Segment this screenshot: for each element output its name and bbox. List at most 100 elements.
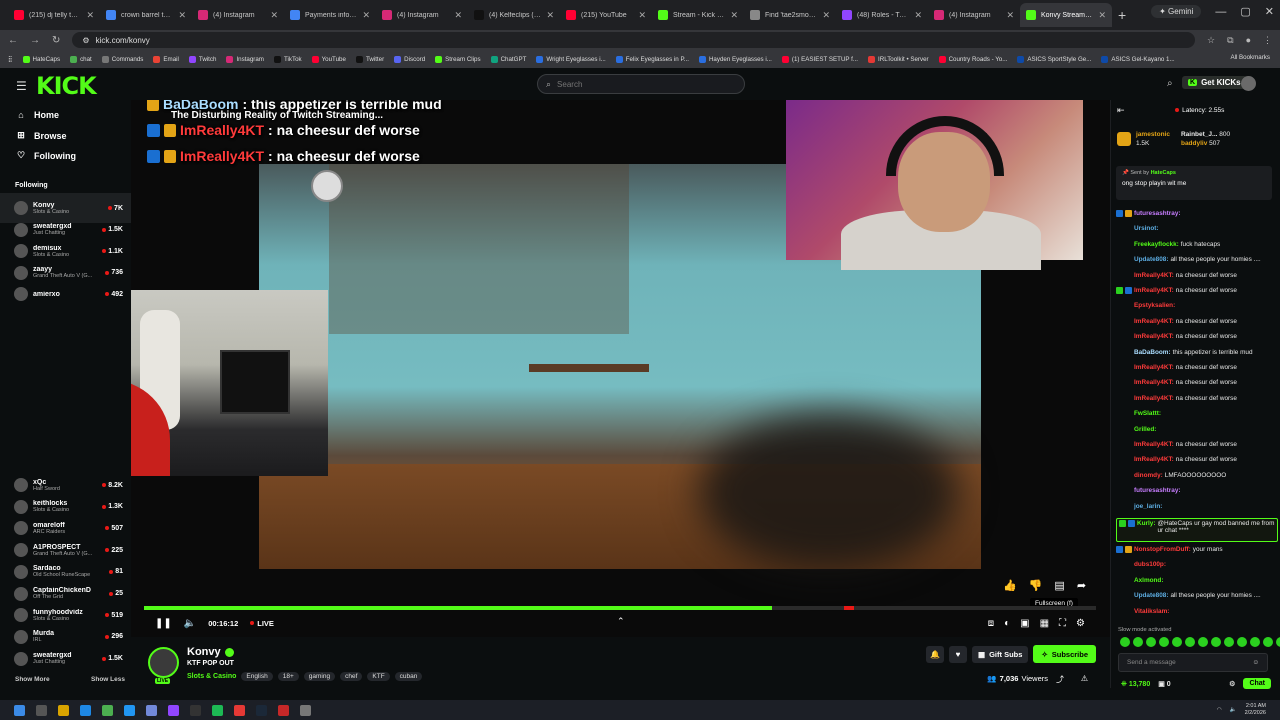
followed-channel[interactable]: amierxo 492: [0, 279, 131, 309]
subscribe-button[interactable]: ✧ Subscribe: [1033, 645, 1096, 663]
emote-icon[interactable]: [1120, 637, 1130, 647]
chat-message[interactable]: ImReally4KT: na cheesur def worse: [1116, 395, 1278, 402]
bookmark-item[interactable]: Felix Eyeglasses in P...: [615, 55, 689, 63]
bookmark-star-icon[interactable]: ☆: [1207, 35, 1215, 46]
sidebar-nav-browse[interactable]: ⊞ Browse: [16, 130, 66, 141]
video-player[interactable]: BaDaBoom : this appetizer is terrible mu…: [131, 100, 1110, 637]
chat-username[interactable]: joe_larin:: [1134, 503, 1162, 510]
get-kicks-button[interactable]: K Get KICKs: [1182, 76, 1247, 89]
chat-username[interactable]: ImReally4KT:: [1134, 379, 1174, 386]
profile-icon[interactable]: ●: [1246, 35, 1251, 46]
chat-message[interactable]: BaDaBoom: this appetizer is terrible mud: [1116, 349, 1278, 356]
bookmark-item[interactable]: IRLToolkit • Server: [868, 55, 929, 63]
menu-icon[interactable]: ⋮: [1263, 35, 1272, 46]
follow-heart-icon[interactable]: ♥: [949, 645, 967, 663]
bookmark-item[interactable]: Email: [153, 55, 179, 63]
settings-icon[interactable]: [300, 704, 311, 716]
hamburger-menu-icon[interactable]: ☰: [16, 79, 27, 93]
theater-icon[interactable]: ◐: [1004, 618, 1010, 629]
volume-icon[interactable]: 🔈: [184, 618, 196, 629]
chat-message[interactable]: ImReally4KT: na cheesur def worse: [1116, 287, 1278, 294]
chat-settings-icon[interactable]: ⚙: [1229, 680, 1235, 688]
chat-username[interactable]: Vitalikslam:: [1134, 608, 1169, 615]
chat-message[interactable]: futuresashtray:: [1116, 487, 1278, 494]
chat-username[interactable]: ImReally4KT:: [1134, 318, 1174, 325]
comment-icon[interactable]: ▤: [1054, 579, 1064, 592]
channel-avatar[interactable]: LIVE: [148, 647, 179, 684]
close-window-icon[interactable]: ✕: [1265, 5, 1274, 18]
bookmark-item[interactable]: ChatGPT: [490, 55, 526, 63]
tab-close-icon[interactable]: ✕: [730, 10, 738, 21]
search-box[interactable]: ⌕: [537, 74, 745, 94]
bookmark-item[interactable]: Stream Clips: [435, 55, 481, 63]
gifter-1[interactable]: jamestonic 1.5K: [1136, 130, 1170, 148]
chat-username[interactable]: Axlmond:: [1134, 577, 1163, 584]
emote-icon[interactable]: [1237, 637, 1247, 647]
chat-input[interactable]: Send a message ☺: [1118, 653, 1268, 672]
emote-icon[interactable]: [1185, 637, 1195, 647]
thumbs-up-icon[interactable]: 👍: [1003, 579, 1017, 592]
bookmark-item[interactable]: ASICS Gel-Kayano 1...: [1101, 55, 1175, 63]
search-icon[interactable]: [36, 704, 47, 716]
emote-icon[interactable]: [1159, 637, 1169, 647]
stream-tag[interactable]: gaming: [303, 672, 336, 681]
tab-close-icon[interactable]: ✕: [1006, 10, 1014, 21]
collapse-chat-icon[interactable]: ⇤: [1117, 105, 1125, 116]
pip-icon[interactable]: ▣: [1020, 618, 1029, 629]
chat-message[interactable]: ImReally4KT: na cheesur def worse: [1116, 379, 1278, 386]
stream-tag[interactable]: English: [241, 672, 273, 681]
stream-tag[interactable]: chef: [340, 672, 363, 681]
header-search-icon[interactable]: ⌕: [1167, 78, 1173, 89]
search-input[interactable]: [557, 79, 728, 89]
emote-icon[interactable]: [1133, 637, 1143, 647]
chat-username[interactable]: ImReally4KT:: [1134, 364, 1174, 371]
chat-message[interactable]: joe_larin:: [1116, 503, 1278, 510]
chat-username[interactable]: BaDaBoom:: [1134, 349, 1171, 356]
volume-tray-icon[interactable]: 🔈: [1230, 707, 1237, 713]
live-indicator[interactable]: LIVE: [250, 619, 274, 628]
chat-message[interactable]: Grilled:: [1116, 426, 1278, 433]
browser-tab[interactable]: Payments info - Paym ✕: [284, 3, 376, 27]
twitch-icon[interactable]: [168, 704, 179, 716]
tab-close-icon[interactable]: ✕: [178, 10, 186, 21]
thumbs-down-icon[interactable]: 👎: [1029, 579, 1043, 592]
tab-close-icon[interactable]: ✕: [638, 10, 646, 21]
chat-message[interactable]: ImReally4KT: na cheesur def worse: [1116, 364, 1278, 371]
browser-tab[interactable]: (4) Kelfeclips (@keif ✕: [468, 3, 560, 27]
bookmark-item[interactable]: chat: [70, 55, 92, 63]
emote-icon[interactable]: [1172, 637, 1182, 647]
chat-message[interactable]: futuresashtray:: [1116, 210, 1278, 217]
gift-subs-button[interactable]: ▦ Gift Subs: [972, 645, 1029, 663]
show-less-button[interactable]: Show Less: [91, 676, 125, 683]
steam-icon[interactable]: [256, 704, 267, 716]
channel-name[interactable]: Konvy: [187, 646, 234, 658]
tab-close-icon[interactable]: ✕: [362, 10, 370, 21]
bookmark-item[interactable]: Twitch: [188, 55, 216, 63]
minimize-icon[interactable]: —: [1215, 6, 1226, 18]
chat-send-button[interactable]: Chat: [1243, 678, 1271, 689]
bookmark-item[interactable]: Country Roads - Yo...: [938, 55, 1007, 63]
emote-icon[interactable]: [1224, 637, 1234, 647]
browser-tab[interactable]: (4) Instagram ✕: [192, 3, 284, 27]
emote-icon[interactable]: [1211, 637, 1221, 647]
chat-message[interactable]: Ursinot:: [1116, 225, 1278, 232]
chat-message[interactable]: ImReally4KT: na cheesur def worse: [1116, 272, 1278, 279]
bookmark-item[interactable]: Hayden Eyeglasses i...: [698, 55, 772, 63]
tab-close-icon[interactable]: ✕: [822, 10, 830, 21]
bookmark-item[interactable]: Instagram: [226, 55, 264, 63]
chat-username[interactable]: ImReally4KT:: [1134, 441, 1174, 448]
pinned-message[interactable]: 📌 Sent by HateCaps ong stop playin wit m…: [1116, 166, 1272, 200]
stream-category-link[interactable]: Slots & Casino: [187, 673, 236, 680]
chat-message[interactable]: ImReally4KT: na cheesur def worse: [1116, 456, 1278, 463]
chat-username[interactable]: Update808:: [1134, 592, 1168, 599]
chat-username[interactable]: NonstopFromDuff:: [1134, 546, 1191, 553]
chat-message[interactable]: Vitalikslam:: [1116, 608, 1278, 615]
chat-username[interactable]: dubs100p:: [1134, 561, 1166, 568]
all-bookmarks[interactable]: All Bookmarks: [1230, 54, 1270, 61]
gifter-2[interactable]: Rainbet_J... 800 baddyliv 507: [1181, 130, 1230, 148]
emote-icon[interactable]: [1250, 637, 1260, 647]
pause-icon[interactable]: ❚❚: [155, 618, 172, 629]
settings-gear-icon[interactable]: ⚙: [1076, 618, 1085, 629]
fullscreen-icon[interactable]: ⛶: [1059, 618, 1066, 629]
share-icon[interactable]: ⤴: [1056, 674, 1064, 685]
